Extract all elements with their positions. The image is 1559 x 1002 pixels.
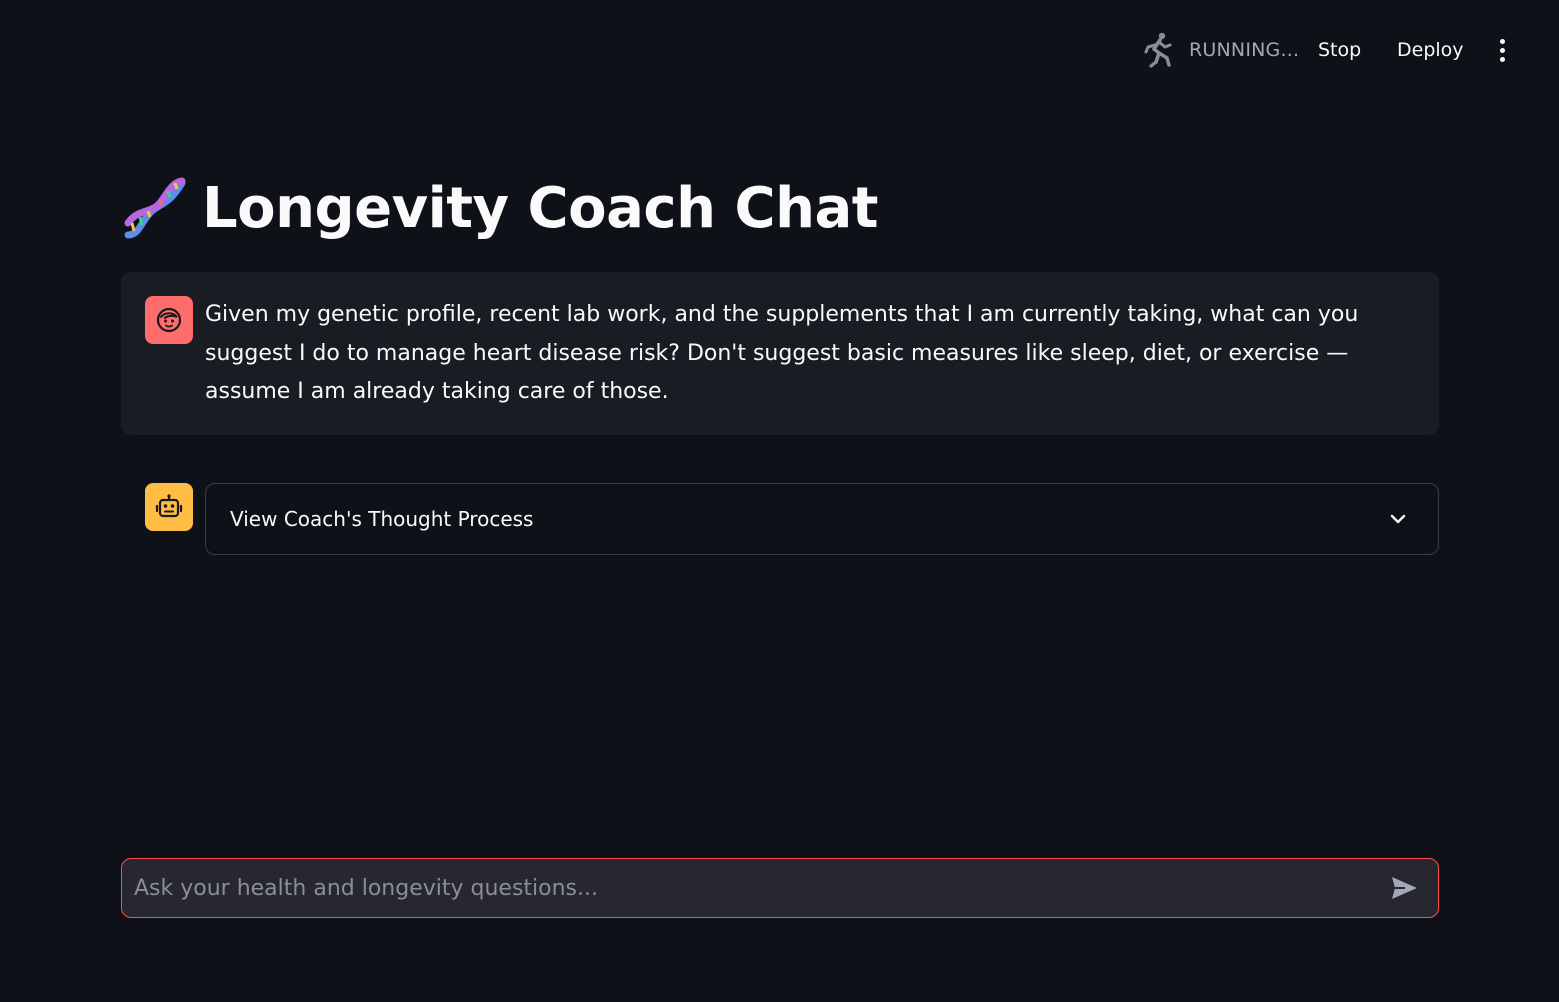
chevron-down-icon (1390, 514, 1406, 524)
face-icon (156, 307, 182, 333)
send-icon (1392, 877, 1417, 899)
kebab-menu-icon[interactable] (1490, 34, 1514, 66)
running-man-icon (1144, 32, 1172, 68)
top-toolbar: RUNNING... Stop Deploy (0, 0, 1559, 100)
page-title: Longevity Coach Chat (202, 175, 879, 241)
chat-input-container (121, 858, 1439, 918)
user-message-text: Given my genetic profile, recent lab wor… (205, 302, 1359, 404)
assistant-avatar (145, 483, 193, 531)
expander-label: View Coach's Thought Process (230, 507, 534, 531)
user-message: Given my genetic profile, recent lab wor… (121, 272, 1439, 435)
menu-dot (1499, 38, 1505, 44)
stop-button[interactable]: Stop (1318, 30, 1361, 70)
thought-process-expander[interactable]: View Coach's Thought Process (205, 483, 1439, 555)
dna-icon (124, 177, 186, 239)
send-button[interactable] (1384, 868, 1424, 908)
page-header: Longevity Coach Chat (120, 168, 879, 248)
running-status: RUNNING... (1143, 30, 1299, 70)
status-text: RUNNING... (1189, 39, 1300, 61)
menu-dot (1499, 56, 1505, 62)
chat-input[interactable] (122, 859, 1384, 917)
app-root: RUNNING... Stop Deploy Longevity Coach C… (0, 0, 1559, 1002)
robot-icon (155, 494, 183, 518)
deploy-button[interactable]: Deploy (1397, 30, 1464, 70)
menu-dot (1499, 47, 1505, 53)
user-avatar (145, 296, 193, 344)
